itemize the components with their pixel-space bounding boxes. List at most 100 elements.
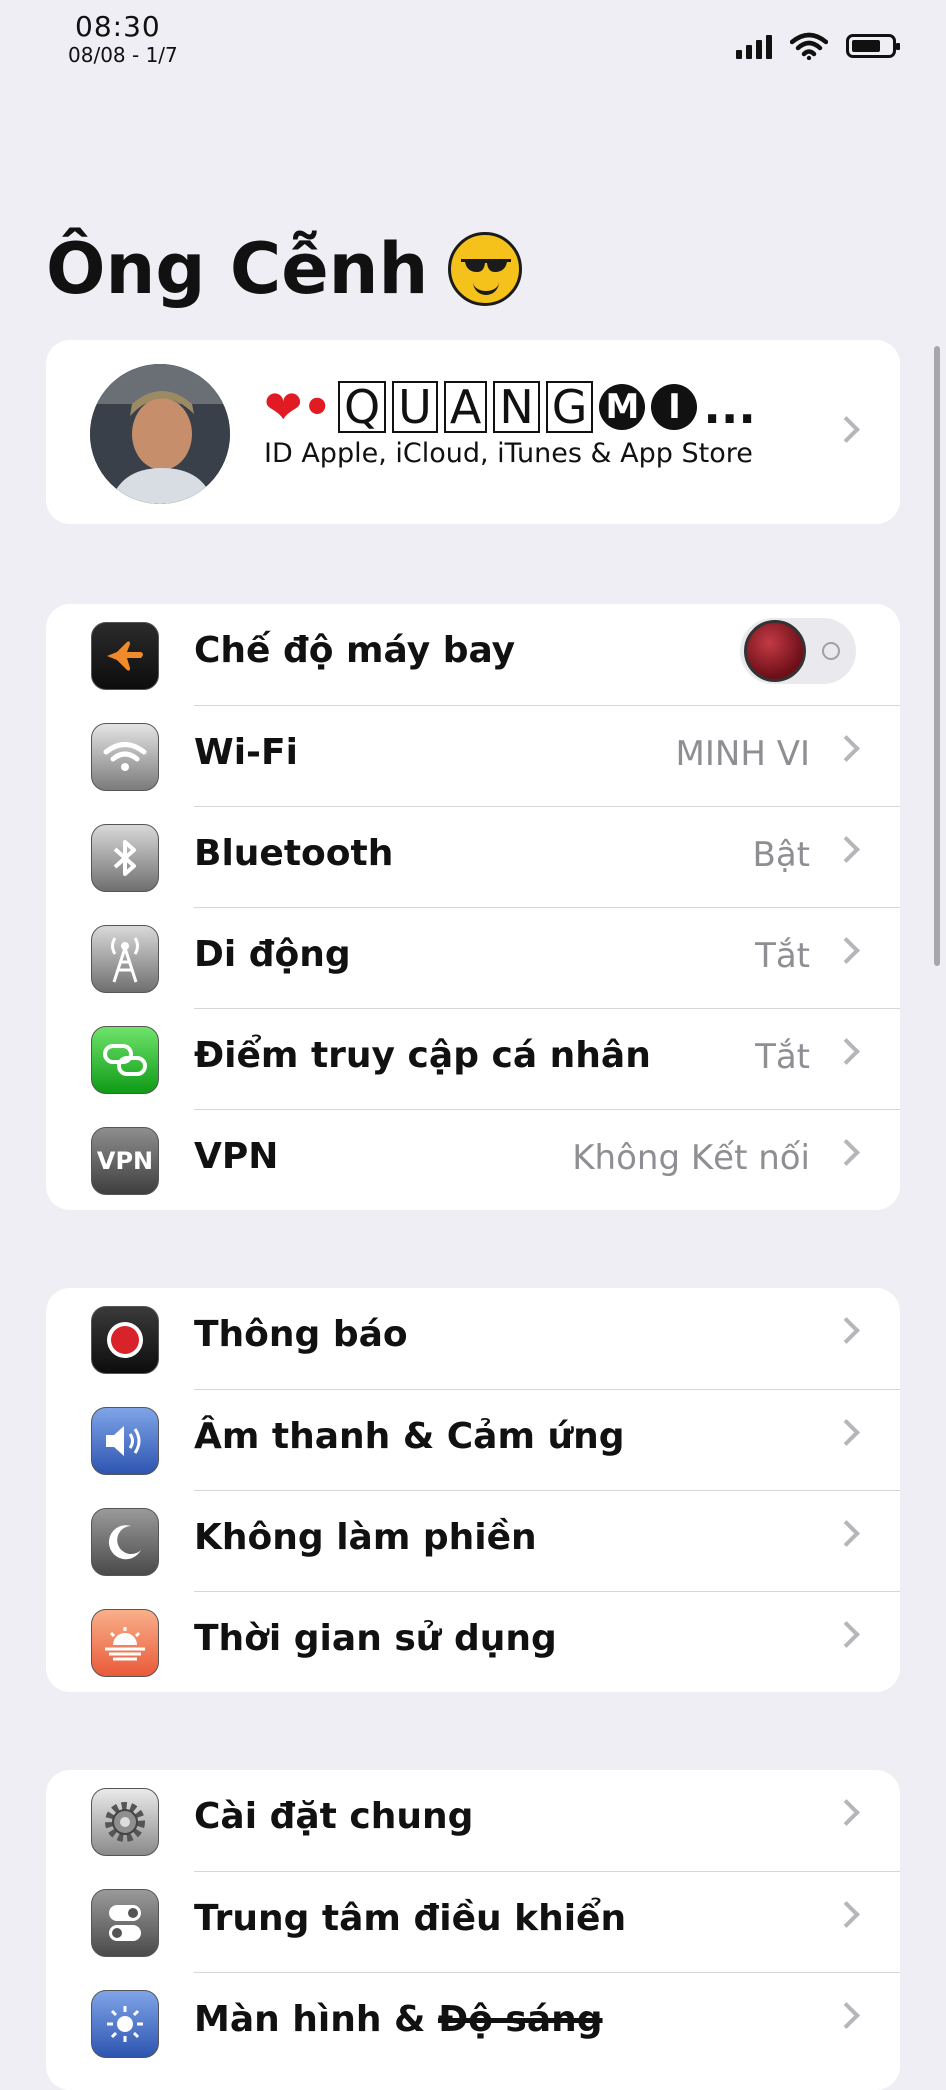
row-body: Trung tâm điều khiển bbox=[194, 1871, 900, 1972]
signal-icon bbox=[736, 33, 772, 59]
chevron-right-icon bbox=[833, 735, 860, 762]
heart-icon: ❤• bbox=[264, 380, 332, 434]
chevron-right-icon bbox=[833, 937, 860, 964]
notifications-group: Thông báo Âm thanh & Cảm ứng Không làm p… bbox=[46, 1288, 900, 1692]
chevron-right-icon bbox=[833, 1520, 860, 1547]
page-title: Ông Cễnh bbox=[46, 228, 523, 310]
vpn-icon: VPN bbox=[91, 1127, 159, 1195]
row-notifications[interactable]: Thông báo bbox=[46, 1288, 900, 1389]
row-body: Màn hình & Độ sáng bbox=[194, 1972, 900, 2073]
toggle-off-indicator bbox=[822, 642, 840, 660]
row-control-center[interactable]: Trung tâm điều khiển bbox=[46, 1871, 900, 1972]
row-label-main: Màn hình & bbox=[194, 1999, 438, 2040]
airplane-mode-toggle[interactable] bbox=[740, 618, 856, 684]
row-do-not-disturb[interactable]: Không làm phiền bbox=[46, 1490, 900, 1591]
chevron-right-icon bbox=[833, 836, 860, 863]
row-label-struck: Độ sáng bbox=[437, 1999, 603, 2040]
hotspot-icon bbox=[91, 1026, 159, 1094]
status-date: 08/08 - 1/7 bbox=[68, 43, 178, 67]
general-group: Cài đặt chung Trung tâm điều khiển Màn h… bbox=[46, 1770, 900, 2090]
bluetooth-icon bbox=[91, 824, 159, 892]
row-label: Thông báo bbox=[194, 1314, 408, 1355]
chevron-right-icon bbox=[833, 1621, 860, 1648]
vpn-icon-text: VPN bbox=[96, 1147, 154, 1175]
row-label: Âm thanh & Cảm ứng bbox=[194, 1416, 625, 1457]
name-letter: A bbox=[443, 381, 488, 433]
sound-icon bbox=[91, 1407, 159, 1475]
row-value: Tắt bbox=[755, 1037, 810, 1077]
row-label: Điểm truy cập cá nhân bbox=[194, 1035, 651, 1076]
name-letter: Q bbox=[337, 381, 387, 433]
row-body: Bluetooth Bật bbox=[194, 806, 900, 907]
chevron-right-icon bbox=[833, 1038, 860, 1065]
row-label: Màn hình & Độ sáng bbox=[194, 1999, 603, 2040]
chevron-right-icon bbox=[833, 1799, 860, 1826]
profile-subtitle: ID Apple, iCloud, iTunes & App Store bbox=[264, 438, 753, 469]
name-letter: G bbox=[545, 381, 594, 433]
row-value: Bật bbox=[752, 835, 811, 875]
row-sounds-haptics[interactable]: Âm thanh & Cảm ứng bbox=[46, 1389, 900, 1490]
row-body: Điểm truy cập cá nhân Tắt bbox=[194, 1008, 900, 1109]
row-value: Không Kết nối bbox=[572, 1138, 810, 1178]
toggle-knob bbox=[744, 620, 806, 682]
gear-icon bbox=[91, 1788, 159, 1856]
name-ellipsis: ... bbox=[703, 380, 756, 434]
wifi-icon bbox=[790, 32, 828, 60]
cellular-icon bbox=[91, 925, 159, 993]
chevron-right-icon bbox=[833, 1139, 860, 1166]
name-letter: N bbox=[493, 381, 540, 433]
status-icons bbox=[736, 32, 900, 60]
row-value: Tắt bbox=[755, 936, 810, 976]
chevron-right-icon bbox=[833, 2002, 860, 2029]
row-label: Wi-Fi bbox=[194, 732, 298, 773]
chevron-right-icon bbox=[833, 1901, 860, 1928]
row-label: Không làm phiền bbox=[194, 1517, 537, 1558]
row-body: Wi-Fi MINH VI bbox=[194, 705, 900, 806]
apple-id-card[interactable]: ❤• QUANG M I ... ID Apple, iCloud, iTune… bbox=[46, 340, 900, 524]
row-wifi[interactable]: Wi-Fi MINH VI bbox=[46, 705, 900, 806]
row-personal-hotspot[interactable]: Điểm truy cập cá nhân Tắt bbox=[46, 1008, 900, 1109]
row-body: Âm thanh & Cảm ứng bbox=[194, 1389, 900, 1490]
connectivity-group: Chế độ máy bay Wi-Fi MINH VI Bluetooth B… bbox=[46, 604, 900, 1210]
row-body: Không làm phiền bbox=[194, 1490, 900, 1591]
row-display-brightness[interactable]: Màn hình & Độ sáng bbox=[46, 1972, 900, 2073]
row-body: Thông báo bbox=[194, 1288, 900, 1389]
row-label: Trung tâm điều khiển bbox=[194, 1898, 627, 1939]
row-body: Thời gian sử dụng bbox=[194, 1591, 900, 1692]
row-label: Bluetooth bbox=[194, 833, 394, 874]
row-label: Chế độ máy bay bbox=[194, 630, 516, 671]
avatar bbox=[90, 364, 230, 504]
row-body: Di động Tắt bbox=[194, 907, 900, 1008]
row-airplane-mode[interactable]: Chế độ máy bay bbox=[46, 604, 900, 705]
chevron-right-icon bbox=[833, 416, 860, 443]
row-body: VPN Không Kết nối bbox=[194, 1109, 900, 1210]
status-bar: 08:30 08/08 - 1/7 bbox=[0, 0, 946, 80]
profile-name: ❤• QUANG M I ... bbox=[264, 380, 756, 434]
chevron-right-icon bbox=[833, 1419, 860, 1446]
moon-icon bbox=[91, 1508, 159, 1576]
row-label: Thời gian sử dụng bbox=[194, 1618, 557, 1659]
row-bluetooth[interactable]: Bluetooth Bật bbox=[46, 806, 900, 907]
status-time: 08:30 bbox=[75, 10, 161, 43]
control-center-icon bbox=[91, 1889, 159, 1957]
row-vpn[interactable]: VPN VPN Không Kết nối bbox=[46, 1109, 900, 1210]
row-cellular[interactable]: Di động Tắt bbox=[46, 907, 900, 1008]
row-label: Cài đặt chung bbox=[194, 1796, 474, 1837]
screen-time-icon bbox=[91, 1609, 159, 1677]
row-body: Chế độ máy bay bbox=[194, 604, 900, 705]
battery-icon bbox=[846, 34, 900, 58]
name-letter: U bbox=[392, 381, 438, 433]
name-letter: M bbox=[599, 384, 646, 430]
scrollbar[interactable] bbox=[934, 346, 940, 966]
row-label: VPN bbox=[194, 1136, 279, 1177]
row-screen-time[interactable]: Thời gian sử dụng bbox=[46, 1591, 900, 1692]
chevron-right-icon bbox=[833, 1317, 860, 1344]
wifi-icon bbox=[91, 723, 159, 791]
row-label: Di động bbox=[194, 934, 351, 975]
notifications-icon bbox=[91, 1306, 159, 1374]
name-letter: I bbox=[651, 384, 698, 430]
row-general[interactable]: Cài đặt chung bbox=[46, 1770, 900, 1871]
page-title-text: Ông Cễnh bbox=[46, 228, 429, 310]
row-body: Cài đặt chung bbox=[194, 1770, 900, 1871]
airplane-icon bbox=[91, 622, 159, 690]
